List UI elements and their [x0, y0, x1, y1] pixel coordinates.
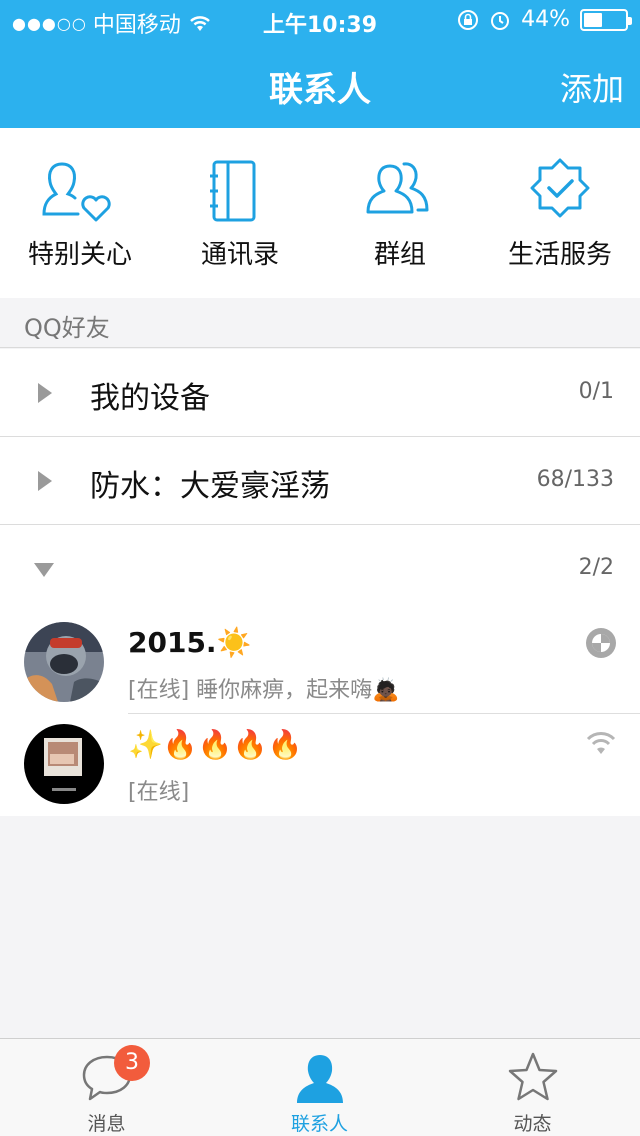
battery-percent: 44% — [521, 7, 570, 32]
tab-messages[interactable]: 3 消息 — [0, 1039, 213, 1136]
friend-name: ✨🔥🔥🔥🔥 — [128, 728, 303, 761]
avatar[interactable] — [24, 724, 104, 804]
address-book-icon — [210, 160, 256, 222]
avatar-image — [24, 622, 104, 702]
group-row[interactable]: 我的设备 0/1 — [0, 349, 640, 437]
quick-groups[interactable]: 群组 — [320, 128, 480, 298]
top-bar: ●●●○○ 中国移动 上午10:39 44% 联系人 添加 — [0, 0, 640, 128]
group-row[interactable]: 2/2 — [0, 525, 640, 613]
alarm-icon — [491, 11, 510, 30]
section-header-label: QQ好友 — [24, 314, 110, 342]
group-name: 防水：大爱豪淫荡 — [90, 469, 330, 504]
tab-label: 动态 — [513, 1113, 552, 1135]
mobile-qq-icon — [586, 628, 616, 658]
tab-moments[interactable]: 动态 — [426, 1039, 639, 1136]
status-bar: ●●●○○ 中国移动 上午10:39 44% — [0, 0, 640, 40]
add-button[interactable]: 添加 — [560, 64, 624, 110]
life-service-icon — [530, 158, 590, 218]
contacts-icon — [297, 1055, 343, 1103]
collapsed-arrow-icon — [38, 383, 52, 403]
quick-label-groups: 群组 — [373, 240, 426, 270]
group-count: 0/1 — [578, 379, 614, 404]
star-icon — [508, 1052, 558, 1101]
groups-icon — [366, 162, 429, 214]
unread-badge: 3 — [114, 1045, 150, 1081]
group-name: 我的设备 — [90, 381, 210, 416]
section-header: QQ好友 — [0, 298, 640, 348]
quick-life-service[interactable]: 生活服务 — [480, 128, 640, 298]
quick-label-special-care: 特别关心 — [27, 240, 132, 270]
tab-label: 消息 — [87, 1113, 126, 1135]
tab-contacts[interactable]: 联系人 — [213, 1039, 426, 1136]
page-title: 联系人 — [269, 70, 371, 110]
group-row[interactable]: 防水：大爱豪淫荡 68/133 — [0, 437, 640, 525]
tab-bar: 3 消息 联系人 动态 — [0, 1038, 640, 1136]
battery-icon — [580, 8, 632, 31]
friend-name: 2015.☀️ — [128, 626, 252, 659]
tab-label: 联系人 — [290, 1113, 348, 1135]
status-right: 44% — [457, 7, 632, 32]
friend-row[interactable]: ✨🔥🔥🔥🔥 [在线] — [0, 714, 640, 816]
group-count: 68/133 — [536, 467, 614, 492]
friend-status: [在线] — [128, 780, 190, 805]
special-care-icon — [42, 162, 111, 222]
collapsed-arrow-icon — [38, 471, 52, 491]
wifi-icon — [586, 732, 616, 754]
battery-level — [584, 12, 602, 27]
quick-label-life-service: 生活服务 — [507, 240, 612, 270]
friend-row[interactable]: 2015.☀️ [在线] 睡你麻痹，起来嗨🙇🏿 — [0, 612, 640, 714]
avatar-image — [24, 724, 104, 804]
quick-access-bar: 特别关心 通讯录 群组 生活服务 — [0, 128, 640, 298]
avatar[interactable] — [24, 622, 104, 702]
expanded-arrow-icon — [34, 563, 54, 577]
quick-label-address-book: 通讯录 — [200, 240, 279, 270]
group-count: 2/2 — [578, 555, 614, 580]
friend-status: [在线] 睡你麻痹，起来嗨🙇🏿 — [128, 678, 400, 703]
orientation-lock-icon — [458, 9, 479, 30]
friend-list: 2015.☀️ [在线] 睡你麻痹，起来嗨🙇🏿 ✨🔥🔥🔥🔥 [在线] — [0, 612, 640, 816]
quick-address-book[interactable]: 通讯录 — [160, 128, 320, 298]
quick-special-care[interactable]: 特别关心 — [0, 128, 160, 298]
